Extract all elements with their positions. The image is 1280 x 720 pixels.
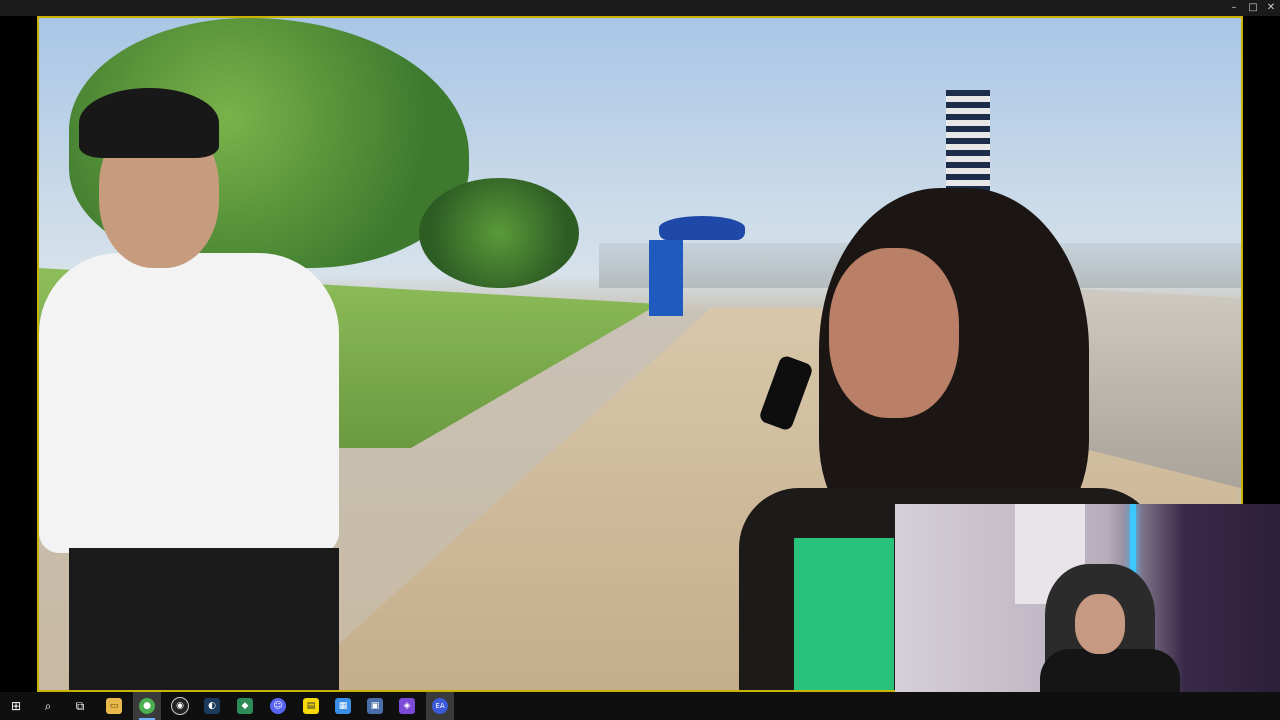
- start-button[interactable]: ⊞: [2, 692, 30, 720]
- search-icon: ⌕: [44, 698, 52, 713]
- calculator-button[interactable]: ▣: [361, 692, 389, 720]
- tree: [419, 178, 579, 288]
- green-shirt: [794, 538, 894, 690]
- window-title-bar: – □ ✕: [0, 0, 1280, 16]
- white-shirt: [39, 253, 339, 553]
- maximize-icon[interactable]: □: [1243, 0, 1263, 16]
- calendar-icon: ▦: [335, 698, 351, 714]
- chrome-icon: ●: [139, 698, 155, 714]
- man-in-white-shirt: [39, 88, 389, 690]
- woman-face: [829, 248, 959, 418]
- steam-button[interactable]: ◐: [198, 692, 226, 720]
- taskbar: ⊞ ⌕ ⧉ ▭ ● ◉ ◐ ◆ ☺ ▤ ▦ ▣ ◈ EA: [0, 692, 1280, 720]
- app-icon: ◆: [237, 698, 253, 714]
- webcam-overlay: [895, 504, 1280, 692]
- ea-app-button[interactable]: EA: [426, 692, 454, 720]
- file-explorer-button[interactable]: ▭: [100, 692, 128, 720]
- task-view-button[interactable]: ⧉: [66, 692, 94, 720]
- chrome-button[interactable]: ●: [133, 692, 161, 720]
- ea-icon: EA: [432, 698, 448, 714]
- windows-icon: ⊞: [10, 699, 22, 713]
- obs-icon: ◉: [171, 697, 189, 715]
- striped-tower: [946, 90, 990, 200]
- streamer-body: [1040, 649, 1180, 692]
- streamer-face: [1075, 594, 1125, 654]
- discord-icon: ☺: [270, 698, 286, 714]
- phone: [758, 354, 814, 432]
- search-button[interactable]: ⌕: [34, 692, 62, 720]
- blue-kiosk: [649, 240, 683, 316]
- steam-icon: ◐: [204, 698, 220, 714]
- sticky-notes-button[interactable]: ▤: [297, 692, 325, 720]
- folder-icon: ▭: [106, 698, 122, 714]
- black-shorts: [69, 548, 339, 690]
- backwards-cap: [79, 88, 219, 158]
- app-button[interactable]: ◈: [393, 692, 421, 720]
- app-icon: ◈: [399, 698, 415, 714]
- minimize-icon[interactable]: –: [1224, 0, 1244, 16]
- close-icon[interactable]: ✕: [1261, 0, 1280, 16]
- note-icon: ▤: [303, 698, 319, 714]
- task-view-icon: ⧉: [75, 698, 85, 713]
- calculator-icon: ▣: [367, 698, 383, 714]
- calendar-button[interactable]: ▦: [329, 692, 357, 720]
- obs-button[interactable]: ◉: [166, 692, 194, 720]
- discord-button[interactable]: ☺: [264, 692, 292, 720]
- blue-umbrella: [659, 216, 745, 240]
- app-button[interactable]: ◆: [231, 692, 259, 720]
